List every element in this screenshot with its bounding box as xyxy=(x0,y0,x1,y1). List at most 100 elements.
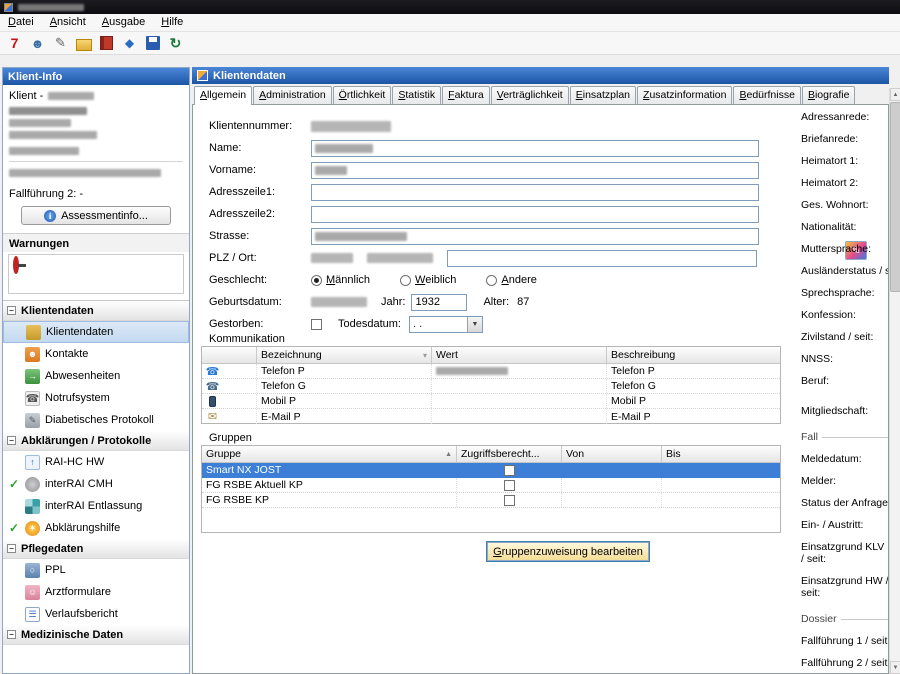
adresszeile2-input[interactable] xyxy=(311,206,759,223)
ppl-icon xyxy=(25,563,40,578)
toolbar-seven-icon[interactable] xyxy=(5,34,24,53)
radio-icon xyxy=(486,275,497,286)
table-row[interactable]: FG RSBE KP xyxy=(202,493,780,508)
sidebar-item-klientendaten[interactable]: Klientendaten xyxy=(3,321,189,343)
tab-beduerfnisse[interactable]: Bedürfnisse xyxy=(733,86,800,104)
klientennummer-label: Klientennummer: xyxy=(209,120,311,132)
sidebar-item-diabetisches-protokoll[interactable]: Diabetisches Protokoll xyxy=(3,409,189,431)
beschreibung-column-header[interactable]: Beschreibung xyxy=(607,347,778,363)
radio-weiblich[interactable]: Weiblich xyxy=(400,274,456,286)
scroll-down-button[interactable] xyxy=(890,661,900,674)
sidebar-item-abwesenheiten[interactable]: Abwesenheiten xyxy=(3,365,189,387)
collapse-icon[interactable] xyxy=(7,436,16,445)
tab-statistik[interactable]: Statistik xyxy=(392,86,441,104)
zugriff-checkbox[interactable] xyxy=(504,495,515,506)
menu-datei[interactable]: Datei xyxy=(0,14,42,31)
dropdown-arrow-icon[interactable] xyxy=(467,317,482,332)
warning-icon[interactable] xyxy=(13,256,19,274)
toolbar-folder-icon[interactable] xyxy=(76,39,92,51)
filter-arrow-icon[interactable] xyxy=(423,351,427,360)
tab-administration[interactable]: Administration xyxy=(253,86,332,104)
sidebar-item-label: Verlaufsbericht xyxy=(45,608,118,620)
nav-group-abklaerungen[interactable]: Abklärungen / Protokolle xyxy=(3,431,189,451)
radio-maennlich[interactable]: Männlich xyxy=(311,274,370,286)
phone-world-icon xyxy=(206,365,219,378)
toolbar-contact-icon[interactable] xyxy=(28,34,47,53)
zugriffsberechtigt-column-header[interactable]: Zugriffsberecht... xyxy=(457,446,562,462)
jahr-input[interactable] xyxy=(411,294,467,311)
nav-group-klientendaten[interactable]: Klientendaten xyxy=(3,301,189,321)
radio-andere[interactable]: Andere xyxy=(486,274,536,286)
scroll-thumb[interactable] xyxy=(890,102,900,292)
toolbar-edit-icon[interactable] xyxy=(51,34,70,53)
sidebar-item-label: Diabetisches Protokoll xyxy=(45,414,154,426)
nav-group-medizinische-daten[interactable]: Medizinische Daten xyxy=(3,625,189,645)
tab-allgemein[interactable]: Allgemein xyxy=(194,86,252,105)
collapse-icon[interactable] xyxy=(7,630,16,639)
zugriff-checkbox[interactable] xyxy=(504,480,515,491)
tab-biografie[interactable]: Biografie xyxy=(802,86,855,104)
collapse-icon[interactable] xyxy=(7,306,16,315)
menu-ausgabe[interactable]: Ausgabe xyxy=(94,14,153,31)
strasse-label: Strasse: xyxy=(209,230,311,242)
table-row[interactable]: Mobil P Mobil P xyxy=(202,394,780,409)
sidebar-item-verlaufsbericht[interactable]: Verlaufsbericht xyxy=(3,603,189,625)
plz-ort-label: PLZ / Ort: xyxy=(209,252,311,264)
sidebar-item-interrai-cmh[interactable]: interRAI CMH xyxy=(3,473,189,495)
sidebar-item-ppl[interactable]: PPL xyxy=(3,559,189,581)
gruppe-column-header[interactable]: Gruppe xyxy=(202,446,457,462)
icon-column-header[interactable] xyxy=(202,347,257,363)
sidebar-item-arztformulare[interactable]: Arztformulare xyxy=(3,581,189,603)
main-scrollbar[interactable] xyxy=(889,88,900,674)
radio-label: Andere xyxy=(501,274,536,286)
table-row[interactable]: Telefon G Telefon G xyxy=(202,379,780,394)
bis-column-header[interactable]: Bis xyxy=(662,446,780,462)
klientendaten-panel: Klientendaten Allgemein Administration Ö… xyxy=(192,67,889,674)
sidebar-item-notrufsystem[interactable]: Notrufsystem xyxy=(3,387,189,409)
sort-asc-icon[interactable] xyxy=(445,451,452,458)
adresszeile1-label: Adresszeile1: xyxy=(209,186,311,198)
scroll-up-button[interactable] xyxy=(890,88,900,101)
strasse-input[interactable] xyxy=(311,228,759,245)
adresszeile1-input[interactable] xyxy=(311,184,759,201)
toolbar-book-icon[interactable] xyxy=(100,36,113,50)
wert-column-header[interactable]: Wert xyxy=(432,347,607,363)
toolbar-save-icon[interactable] xyxy=(146,36,160,50)
table-row[interactable]: Telefon P Telefon P xyxy=(202,364,780,379)
phone-icon xyxy=(206,380,219,393)
sidebar-item-label: Arztformulare xyxy=(45,586,111,598)
sidebar-item-abklaerungshilfe[interactable]: Abklärungshilfe xyxy=(3,517,189,539)
sidebar-item-kontakte[interactable]: Kontakte xyxy=(3,343,189,365)
name-input[interactable] xyxy=(311,140,759,157)
toolbar-diamond-icon[interactable] xyxy=(120,34,139,53)
right-label: Muttersprache: xyxy=(801,243,889,255)
bezeichnung-column-header[interactable]: Bezeichnung xyxy=(257,347,432,363)
todesdatum-select[interactable]: . . xyxy=(409,316,483,333)
toolbar-refresh-icon[interactable] xyxy=(166,34,185,53)
tab-zusatzinformation[interactable]: Zusatzinformation xyxy=(637,86,732,104)
menu-hilfe[interactable]: Hilfe xyxy=(153,14,191,31)
assessmentinfo-button[interactable]: Assessmentinfo... xyxy=(21,206,171,225)
sidebar-item-interrai-entlassung[interactable]: interRAI Entlassung xyxy=(3,495,189,517)
collapse-icon[interactable] xyxy=(7,544,16,553)
tab-vertraeglichkeit[interactable]: Verträglichkeit xyxy=(491,86,569,104)
menu-ansicht[interactable]: Ansicht xyxy=(42,14,94,31)
gestorben-checkbox[interactable] xyxy=(311,319,322,330)
titlebar xyxy=(0,0,900,14)
gruppenzuweisung-button[interactable]: Gruppenzuweisung bearbeiten xyxy=(487,542,649,561)
tab-oertlichkeit[interactable]: Örtlichkeit xyxy=(333,86,392,104)
table-row[interactable]: E-Mail P E-Mail P xyxy=(202,409,780,424)
table-row[interactable]: FG RSBE Aktuell KP xyxy=(202,478,780,493)
zugriff-checkbox[interactable] xyxy=(504,465,515,476)
table-row-selected[interactable]: Smart NX JOST xyxy=(202,463,780,478)
tab-faktura[interactable]: Faktura xyxy=(442,86,490,104)
sidebar-item-rai-hc-hw[interactable]: RAI-HC HW xyxy=(3,451,189,473)
tab-einsatzplan[interactable]: Einsatzplan xyxy=(570,86,636,104)
vorname-input[interactable] xyxy=(311,162,759,179)
ort-redacted xyxy=(367,253,433,263)
right-label: Sprechsprache: xyxy=(801,287,889,299)
von-column-header[interactable]: Von xyxy=(562,446,662,462)
nav-group-pflegedaten[interactable]: Pflegedaten xyxy=(3,539,189,559)
interrai-cmh-icon xyxy=(25,477,40,492)
ort-zusatz-input[interactable] xyxy=(447,250,757,267)
